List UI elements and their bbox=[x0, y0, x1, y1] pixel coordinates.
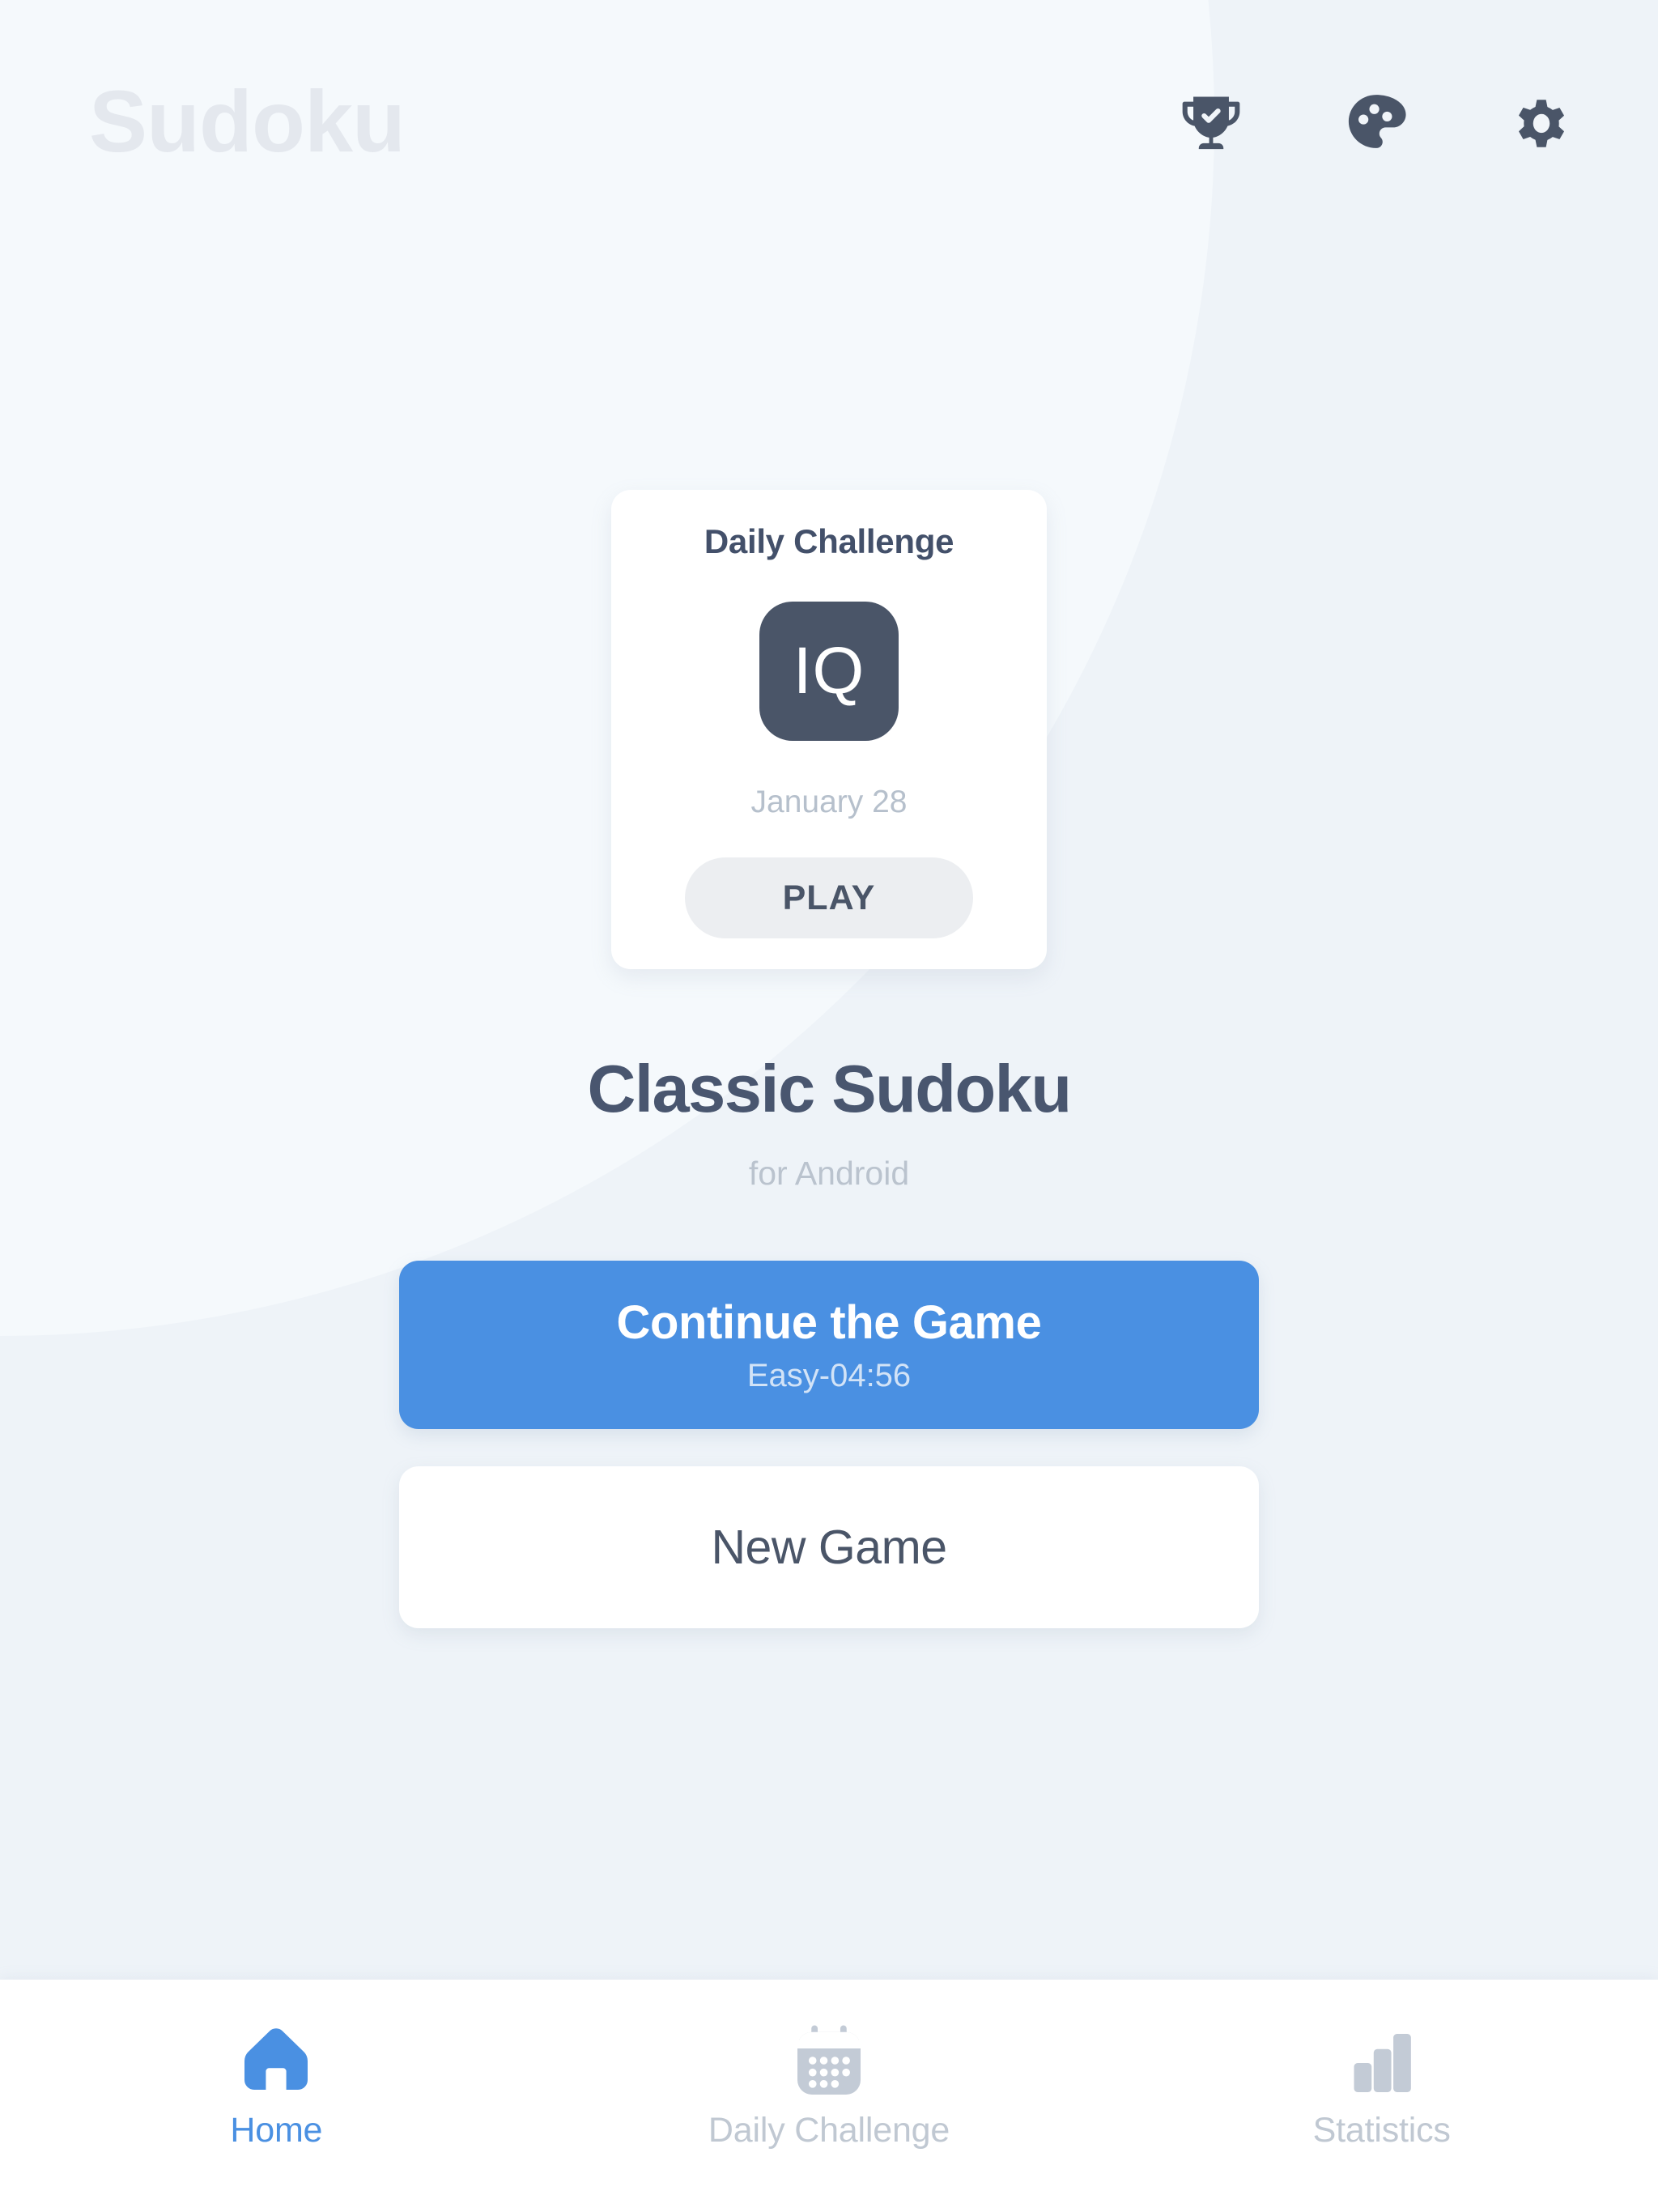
app-header: Sudoku bbox=[0, 0, 1658, 243]
header-actions bbox=[1180, 90, 1573, 153]
iq-badge-label: IQ bbox=[793, 634, 865, 708]
continue-game-label: Continue the Game bbox=[616, 1296, 1042, 1349]
nav-item-daily-challenge[interactable]: Daily Challenge bbox=[553, 1980, 1106, 2150]
daily-challenge-title: Daily Challenge bbox=[704, 522, 954, 560]
palette-icon[interactable] bbox=[1345, 90, 1408, 153]
page-subtitle: for Android bbox=[748, 1155, 910, 1192]
continue-game-button[interactable]: Continue the Game Easy-04:56 bbox=[399, 1261, 1259, 1429]
home-icon bbox=[244, 2028, 308, 2090]
new-game-label: New Game bbox=[711, 1521, 947, 1574]
gear-icon[interactable] bbox=[1510, 90, 1573, 153]
daily-challenge-card[interactable]: Daily Challenge IQ January 28 PLAY bbox=[611, 490, 1047, 969]
page-title: Classic Sudoku bbox=[587, 1051, 1072, 1126]
bottom-navigation: Home Daily Challenge Statistics bbox=[0, 1980, 1658, 2212]
nav-item-statistics[interactable]: Statistics bbox=[1105, 1980, 1658, 2150]
nav-item-home[interactable]: Home bbox=[0, 1980, 553, 2150]
bar-chart-icon bbox=[1354, 2034, 1411, 2092]
app-screen: Sudoku Daily Challenge IQ January 28 PLA… bbox=[0, 0, 1658, 2212]
trophy-icon[interactable] bbox=[1180, 90, 1243, 153]
nav-label-home: Home bbox=[230, 2111, 323, 2150]
nav-label-statistics: Statistics bbox=[1312, 2111, 1451, 2150]
calendar-icon bbox=[797, 2025, 861, 2095]
daily-challenge-date: January 28 bbox=[750, 785, 908, 819]
play-button[interactable]: PLAY bbox=[685, 857, 973, 938]
continue-game-status: Easy-04:56 bbox=[746, 1358, 912, 1393]
iq-badge: IQ bbox=[759, 602, 899, 741]
primary-actions: Continue the Game Easy-04:56 New Game bbox=[399, 1261, 1259, 1628]
play-button-label: PLAY bbox=[782, 878, 876, 917]
main-content: Daily Challenge IQ January 28 PLAY Class… bbox=[0, 243, 1658, 1980]
nav-label-daily-challenge: Daily Challenge bbox=[708, 2111, 950, 2150]
new-game-button[interactable]: New Game bbox=[399, 1466, 1259, 1628]
app-wordmark: Sudoku bbox=[89, 72, 406, 170]
